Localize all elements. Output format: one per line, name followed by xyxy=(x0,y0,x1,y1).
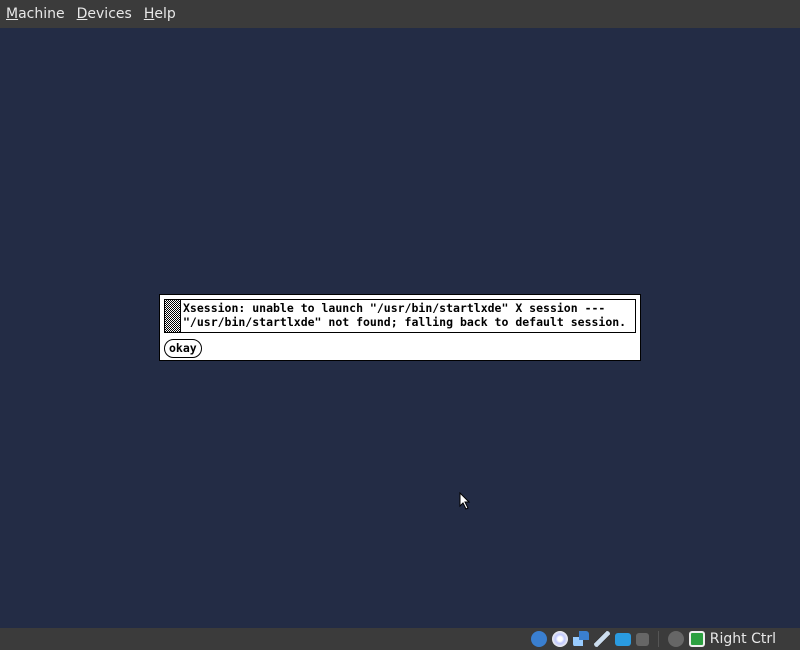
scroll-grip[interactable] xyxy=(165,300,181,332)
xsession-error-dialog: Xsession: unable to launch "/usr/bin/sta… xyxy=(159,294,641,361)
mouse-integration-icon[interactable] xyxy=(667,631,684,647)
menu-label: evices xyxy=(87,6,132,22)
message-box: Xsession: unable to launch "/usr/bin/sta… xyxy=(164,299,636,333)
menu-machine[interactable]: Machine xyxy=(6,6,65,22)
message-line-1: Xsession: unable to launch "/usr/bin/sta… xyxy=(183,301,606,315)
menu-accel: M xyxy=(6,6,19,22)
virtualization-icon xyxy=(635,632,649,646)
status-bar: Right Ctrl xyxy=(0,628,800,650)
menu-help[interactable]: Help xyxy=(144,6,176,22)
mouse-cursor-icon xyxy=(459,492,471,510)
separator xyxy=(657,631,659,647)
optical-drive-icon[interactable] xyxy=(551,631,568,647)
okay-button[interactable]: okay xyxy=(164,339,202,358)
menu-label: achine xyxy=(18,6,65,22)
menu-bar: Machine Devices Help xyxy=(0,0,800,28)
error-message: Xsession: unable to launch "/usr/bin/sta… xyxy=(183,301,626,329)
message-line-2: "/usr/bin/startlxde" not found; falling … xyxy=(183,315,627,329)
hard-disk-icon[interactable] xyxy=(530,631,547,647)
menu-accel: D xyxy=(76,6,88,22)
network-icon[interactable] xyxy=(572,631,589,647)
usb-icon[interactable] xyxy=(593,631,610,647)
host-key-label: Right Ctrl xyxy=(709,631,776,647)
menu-devices[interactable]: Devices xyxy=(77,6,132,22)
keyboard-capture-icon[interactable] xyxy=(688,631,705,647)
shared-folder-icon[interactable] xyxy=(614,632,631,646)
